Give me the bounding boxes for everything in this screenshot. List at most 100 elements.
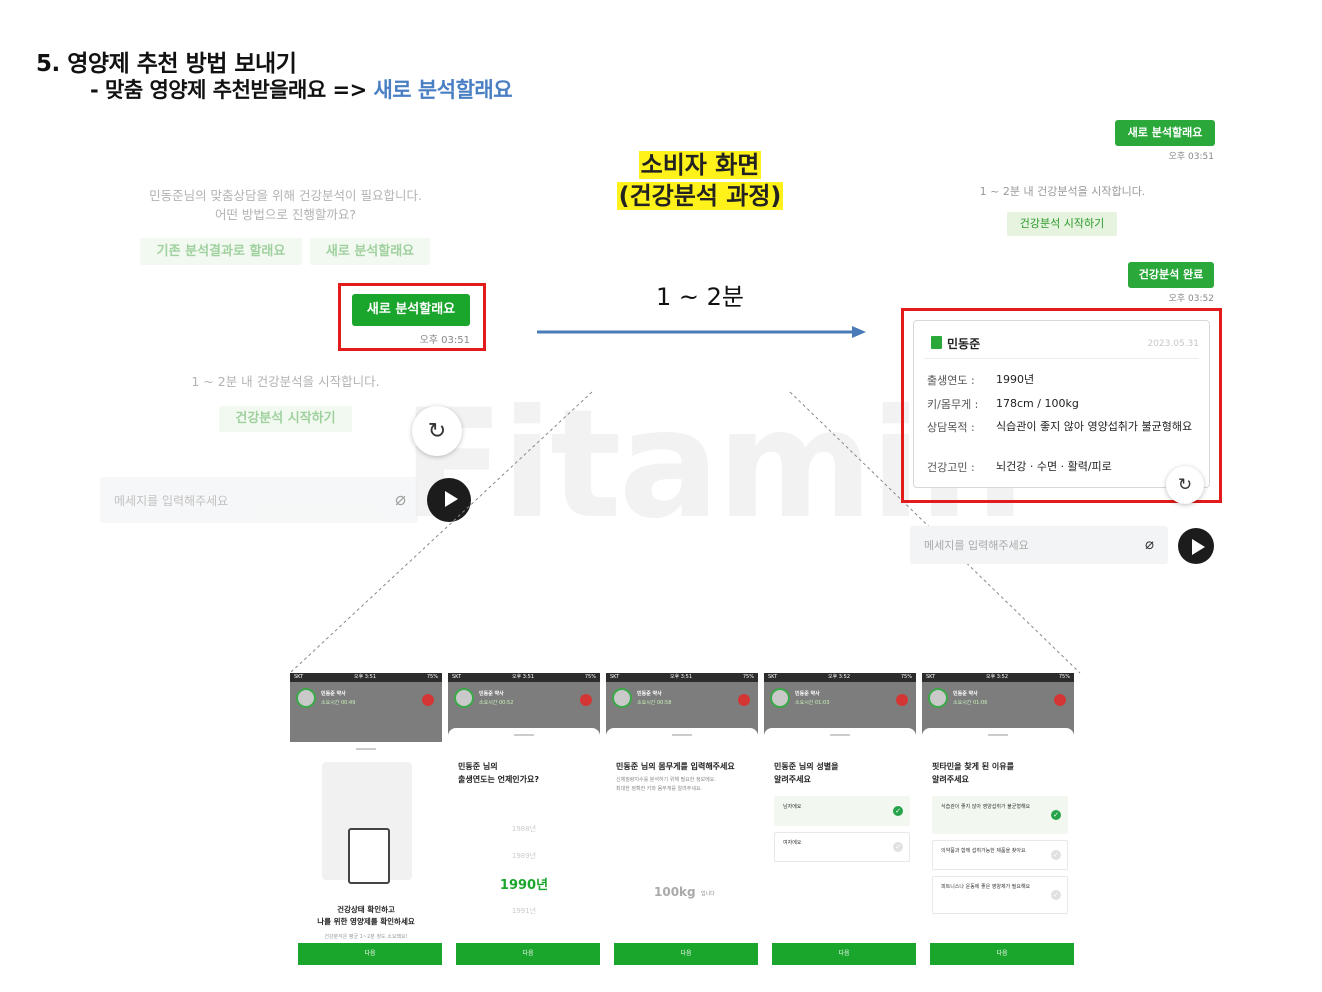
right-restart-button[interactable]: ↻ (1166, 466, 1204, 504)
year-option[interactable]: 1991년 (448, 906, 600, 916)
done-timestamp: 오후 03:52 (1168, 294, 1214, 304)
phone-screen-weight: SKT 오후 3:51 75% 민동준 약사 소요시간 00:58 민동준 님의 몸… (606, 673, 758, 973)
elapsed-timer: 소요시간 01:06 (953, 700, 988, 706)
check-icon: ✓ (1051, 810, 1061, 820)
carrier: SKT (610, 674, 620, 680)
right-message-placeholder: 메세지를 입력해주세요 (924, 539, 1029, 552)
year-option-selected[interactable]: 1990년 (448, 874, 600, 893)
gender-option-male[interactable]: 남자에요 ✓ (774, 796, 910, 826)
question-line-2: 출생연도는 언제인가요? (458, 775, 540, 784)
bottom-sheet: 핏타민을 찾게 된 이유를 알려주세요 식습관이 좋지 않아 영양섭취가 불균형해… (922, 728, 1074, 973)
battery: 75% (584, 674, 596, 680)
carrier: SKT (452, 674, 462, 680)
bottom-sheet: 민동준 님의 성별을알려주세요 남자에요 ✓ 여자에요 ✓ (764, 728, 916, 973)
sheet-handle[interactable] (356, 748, 376, 750)
status-bar: SKT 오후 3:51 75% (290, 673, 442, 682)
clock: 오후 3:52 (827, 674, 851, 680)
sheet-handle[interactable] (514, 734, 534, 736)
right-restart-icon: ↻ (1177, 475, 1193, 495)
phone-screen-reason: SKT 오후 3:52 75% 민동준 약사 소요시간 01:06 핏타민을 찾게 … (922, 673, 1074, 973)
right-start-analysis-button[interactable]: 건강분석 시작하기 (1007, 212, 1117, 236)
intro-title-line-1: 건강상태 확인하고 (337, 905, 395, 914)
battery: 75% (426, 674, 438, 680)
flow-arrow-head (852, 326, 866, 338)
bottom-sheet: 건강상태 확인하고 나를 위한 영양제를 확인하세요 건강분석은 평균 1~2분… (290, 742, 442, 973)
sheet-handle[interactable] (830, 734, 850, 736)
pharmacist-name: 민동준 약사 (479, 691, 504, 697)
option-label: 의약품과 함께 섭취가능한 제품을 찾아요 (941, 848, 1026, 854)
question-line-2: 알려주세요 (932, 775, 969, 784)
year-option[interactable]: 1989년 (448, 851, 600, 861)
phone-screen-gender: SKT 오후 3:52 75% 민동준 약사 소요시간 01:03 민동준 님의 성… (764, 673, 916, 973)
question-line-2: 알려주세요 (774, 775, 811, 784)
chat-header: 민동준 약사 소요시간 00:49 (290, 682, 442, 742)
reason-option[interactable]: 의약품과 함께 섭취가능한 제품을 찾아요 ✓ (932, 840, 1068, 870)
battery: 75% (742, 674, 754, 680)
reply-top-timestamp: 오후 03:51 (1168, 152, 1214, 162)
pharmacist-name: 민동준 약사 (953, 691, 978, 697)
pharmacist-name: 민동준 약사 (321, 691, 346, 697)
end-call-icon[interactable] (738, 694, 750, 706)
right-send-button[interactable] (1178, 528, 1214, 564)
bottom-sheet: 민동준 님의출생연도는 언제인가요? 1988년 1989년 1990년 199… (448, 728, 600, 973)
question-sub-1: 신체질량지수를 분석하기 위해 필요한 정보에요. (616, 777, 716, 783)
weight-unit: 입니다 (701, 891, 715, 897)
next-button[interactable]: 다음 (930, 943, 1074, 965)
elapsed-timer: 소요시간 01:03 (795, 700, 830, 706)
carrier: SKT (294, 674, 304, 680)
elapsed-timer: 소요시간 00:52 (479, 700, 514, 706)
question-text: 민동준 님의출생연도는 언제인가요? (458, 760, 539, 786)
next-button[interactable]: 다음 (772, 943, 916, 965)
question-sub-2: 최대한 정확한 키와 몸무게를 알려주세요. (616, 786, 703, 792)
right-message-input[interactable]: 메세지를 입력해주세요 ⌀ (910, 526, 1168, 564)
question-text: 민동준 님의 몸무게를 입력해주세요 (616, 762, 735, 771)
analysis-done-reply: 건강분석 완료 (1128, 262, 1214, 288)
bottom-sheet: 민동준 님의 몸무게를 입력해주세요 신체질량지수를 분석하기 위해 필요한 정… (606, 728, 758, 973)
question-line-1: 민동준 님의 성별을 (774, 762, 839, 771)
check-icon: ✓ (1051, 850, 1061, 860)
carrier: SKT (768, 674, 778, 680)
clock: 오후 3:51 (353, 674, 377, 680)
phone-screen-birth-year: SKT 오후 3:51 75% 민동준 약사 소요시간 00:52 민동준 님의출생… (448, 673, 600, 973)
end-call-icon[interactable] (1054, 694, 1066, 706)
question-text: 민동준 님의 성별을알려주세요 (774, 760, 838, 786)
avatar (454, 688, 474, 708)
gender-option-female[interactable]: 여자에요 ✓ (774, 832, 910, 862)
next-button[interactable]: 다음 (614, 943, 758, 965)
right-analysis-info: 1 ~ 2분 내 건강분석을 시작합니다. (979, 185, 1146, 198)
status-bar: SKT 오후 3:51 75% (448, 673, 600, 682)
avatar (296, 688, 316, 708)
year-option[interactable]: 1988년 (448, 824, 600, 834)
intro-title-line-2: 나를 위한 영양제를 확인하세요 (317, 917, 415, 926)
reason-option[interactable]: 피트니스나 운동에 좋은 영양제가 필요해요 ✓ (932, 876, 1068, 914)
clock: 오후 3:52 (985, 674, 1009, 680)
option-label: 식습관이 좋지 않아 영양섭취가 불균형해요 (941, 804, 1031, 810)
sheet-handle[interactable] (672, 734, 692, 736)
next-button[interactable]: 다음 (456, 943, 600, 965)
pharmacist-name: 민동준 약사 (637, 691, 662, 697)
reason-option-selected[interactable]: 식습관이 좋지 않아 영양섭취가 불균형해요 ✓ (932, 796, 1068, 834)
clock: 오후 3:51 (511, 674, 535, 680)
option-label: 남자에요 (783, 804, 802, 810)
end-call-icon[interactable] (422, 694, 434, 706)
checklist-icon (348, 828, 390, 884)
sheet-handle[interactable] (988, 734, 1008, 736)
weight-value[interactable]: 100kg (654, 885, 696, 899)
next-button[interactable]: 다음 (298, 943, 442, 965)
intro-sub: 건강분석은 평균 1~2분 정도 소요돼요! (324, 934, 408, 940)
status-bar: SKT 오후 3:51 75% (606, 673, 758, 682)
carrier: SKT (926, 674, 936, 680)
end-call-icon[interactable] (896, 694, 908, 706)
right-paperclip-icon[interactable]: ⌀ (1145, 535, 1154, 553)
avatar (770, 688, 790, 708)
avatar (612, 688, 632, 708)
zoom-line-left (289, 391, 593, 674)
status-bar: SKT 오후 3:52 75% (764, 673, 916, 682)
end-call-icon[interactable] (580, 694, 592, 706)
option-label: 피트니스나 운동에 좋은 영양제가 필요해요 (941, 884, 1031, 890)
question-line-1: 민동준 님의 (458, 762, 498, 771)
pharmacist-name: 민동준 약사 (795, 691, 820, 697)
battery: 75% (900, 674, 912, 680)
phone-screen-intro: SKT 오후 3:51 75% 민동준 약사 소요시간 00:49 건강상태 확인하… (290, 673, 442, 973)
elapsed-timer: 소요시간 00:58 (637, 700, 672, 706)
